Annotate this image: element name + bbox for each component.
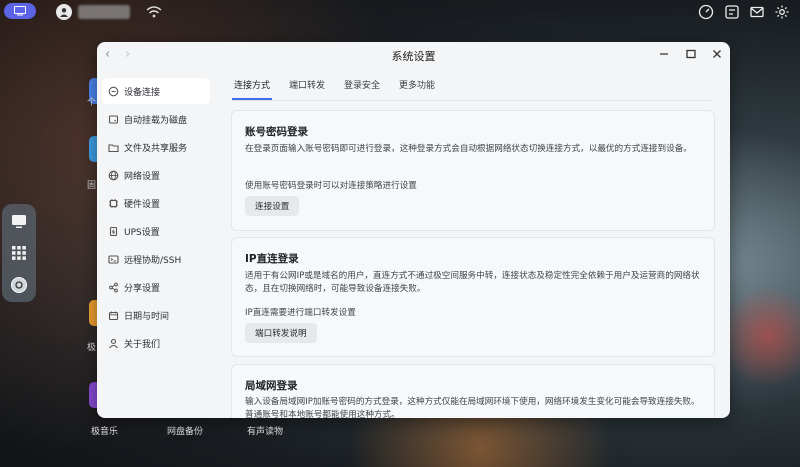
- sidebar-item-label: 文件及共享服务: [124, 143, 188, 154]
- card-description: 适用于有公网IP或是域名的用户，直连方式不通过极空间服务中转，连接状态及稳定性完…: [245, 271, 700, 294]
- card-description: 输入设备局域网IP加账号密码的方式登录，这种方式仅能在局域网环境下使用，网络环境…: [245, 397, 700, 418]
- sidebar-item-remote-ssh[interactable]: 远程协助/SSH: [102, 246, 210, 272]
- desktop-label-backup[interactable]: 网盘备份: [167, 424, 203, 437]
- calendar-icon: [108, 310, 119, 321]
- card-title: 账号密码登录: [245, 126, 308, 138]
- username-blurred: [78, 5, 130, 19]
- card-ip-direct-login: IP直连登录 适用于有公网IP或是域名的用户，直连方式不通过极空间服务中转，连接…: [231, 237, 715, 357]
- mail-icon[interactable]: [749, 4, 765, 20]
- link-icon: [108, 86, 119, 97]
- apps-grid-icon[interactable]: [10, 244, 28, 262]
- globe-icon: [108, 170, 119, 181]
- disk-icon: [108, 114, 119, 125]
- sidebar-item-label: UPS设置: [124, 227, 160, 238]
- sidebar-item-label: 分享设置: [124, 283, 161, 294]
- sidebar-item-label: 自动挂载为磁盘: [124, 115, 188, 126]
- desktop-label-audiobooks[interactable]: 有声读物: [247, 424, 283, 437]
- sidebar-item-file-sharing[interactable]: 文件及共享服务: [102, 134, 210, 160]
- user-avatar-icon[interactable]: [56, 4, 72, 20]
- minimize-icon[interactable]: [657, 47, 671, 61]
- sidebar-item-network[interactable]: 网络设置: [102, 162, 210, 188]
- folder-icon: [108, 142, 119, 153]
- sidebar-item-device-connection[interactable]: 设备连接: [102, 78, 210, 104]
- tab-more-features[interactable]: 更多功能: [399, 78, 435, 91]
- port-forwarding-guide-button[interactable]: 端口转发说明: [245, 323, 317, 343]
- sidebar-item-share[interactable]: 分享设置: [102, 274, 210, 300]
- card-title: IP直连登录: [245, 253, 299, 265]
- sidebar-item-hardware[interactable]: 硬件设置: [102, 190, 210, 216]
- card-title: 局域网登录: [245, 380, 298, 392]
- tab-divider: [232, 100, 713, 101]
- person-icon: [108, 338, 119, 349]
- top-bar: [0, 0, 800, 24]
- sidebar-item-about[interactable]: 关于我们: [102, 330, 210, 356]
- card-description: 在登录页面输入账号密码即可进行登录，这种登录方式会自动根据网络状态切换连接方式，…: [245, 144, 692, 154]
- tab-login-security[interactable]: 登录安全: [344, 78, 380, 91]
- tab-port-forwarding[interactable]: 端口转发: [289, 78, 325, 91]
- sidebar-item-label: 设备连接: [124, 87, 161, 98]
- left-dock: [2, 204, 36, 302]
- card-subtext: IP直连需要进行端口转发设置: [245, 308, 356, 318]
- settings-window: ‹ › 系统设置 设备连接 自动挂载为磁盘 文件及共享服务 网络设置 硬件设置 …: [97, 42, 730, 418]
- sidebar-item-label: 关于我们: [124, 339, 161, 350]
- sidebar-item-label: 日期与时间: [124, 311, 170, 322]
- desktop-label-music[interactable]: 极音乐: [91, 424, 118, 437]
- sidebar-item-label: 远程协助/SSH: [124, 255, 182, 266]
- desktop-label: 固: [87, 181, 97, 191]
- sidebar-item-auto-mount[interactable]: 自动挂载为磁盘: [102, 106, 210, 132]
- card-lan-login: 局域网登录 输入设备局域网IP加账号密码的方式登录，这种方式仅能在局域网环境下使…: [231, 364, 715, 418]
- terminal-icon: [108, 254, 119, 265]
- task-icon[interactable]: [724, 4, 740, 20]
- connection-settings-button[interactable]: 连接设置: [245, 196, 300, 216]
- settings-dock-icon[interactable]: [10, 276, 28, 294]
- sidebar-item-label: 硬件设置: [124, 199, 161, 210]
- gear-icon[interactable]: [774, 4, 790, 20]
- card-subtext: 使用账号密码登录时可以对连接策略进行设置: [245, 181, 417, 191]
- title-bar: ‹ › 系统设置: [97, 42, 730, 68]
- desktop-label: 个: [87, 98, 97, 108]
- desktop-icon: [14, 6, 26, 16]
- tab-connection-method[interactable]: 连接方式: [234, 78, 270, 91]
- monitor-icon[interactable]: [10, 212, 28, 230]
- sidebar-item-date-time[interactable]: 日期与时间: [102, 302, 210, 328]
- maximize-icon[interactable]: [684, 47, 698, 61]
- wifi-icon[interactable]: [146, 5, 162, 19]
- close-icon[interactable]: [710, 47, 724, 61]
- sidebar-item-label: 网络设置: [124, 171, 161, 182]
- window-title: 系统设置: [391, 50, 436, 63]
- ups-icon: [108, 226, 119, 237]
- speedometer-icon[interactable]: [698, 4, 714, 20]
- card-account-login: 账号密码登录 在登录页面输入账号密码即可进行登录，这种登录方式会自动根据网络状态…: [231, 110, 715, 231]
- sidebar: 设备连接 自动挂载为磁盘 文件及共享服务 网络设置 硬件设置 UPS设置 远程协…: [97, 68, 217, 418]
- desktop-label: 极: [87, 343, 97, 353]
- sidebar-item-ups[interactable]: UPS设置: [102, 218, 210, 244]
- share-icon: [108, 282, 119, 293]
- chip-icon: [108, 198, 119, 209]
- menu-button[interactable]: [4, 3, 36, 19]
